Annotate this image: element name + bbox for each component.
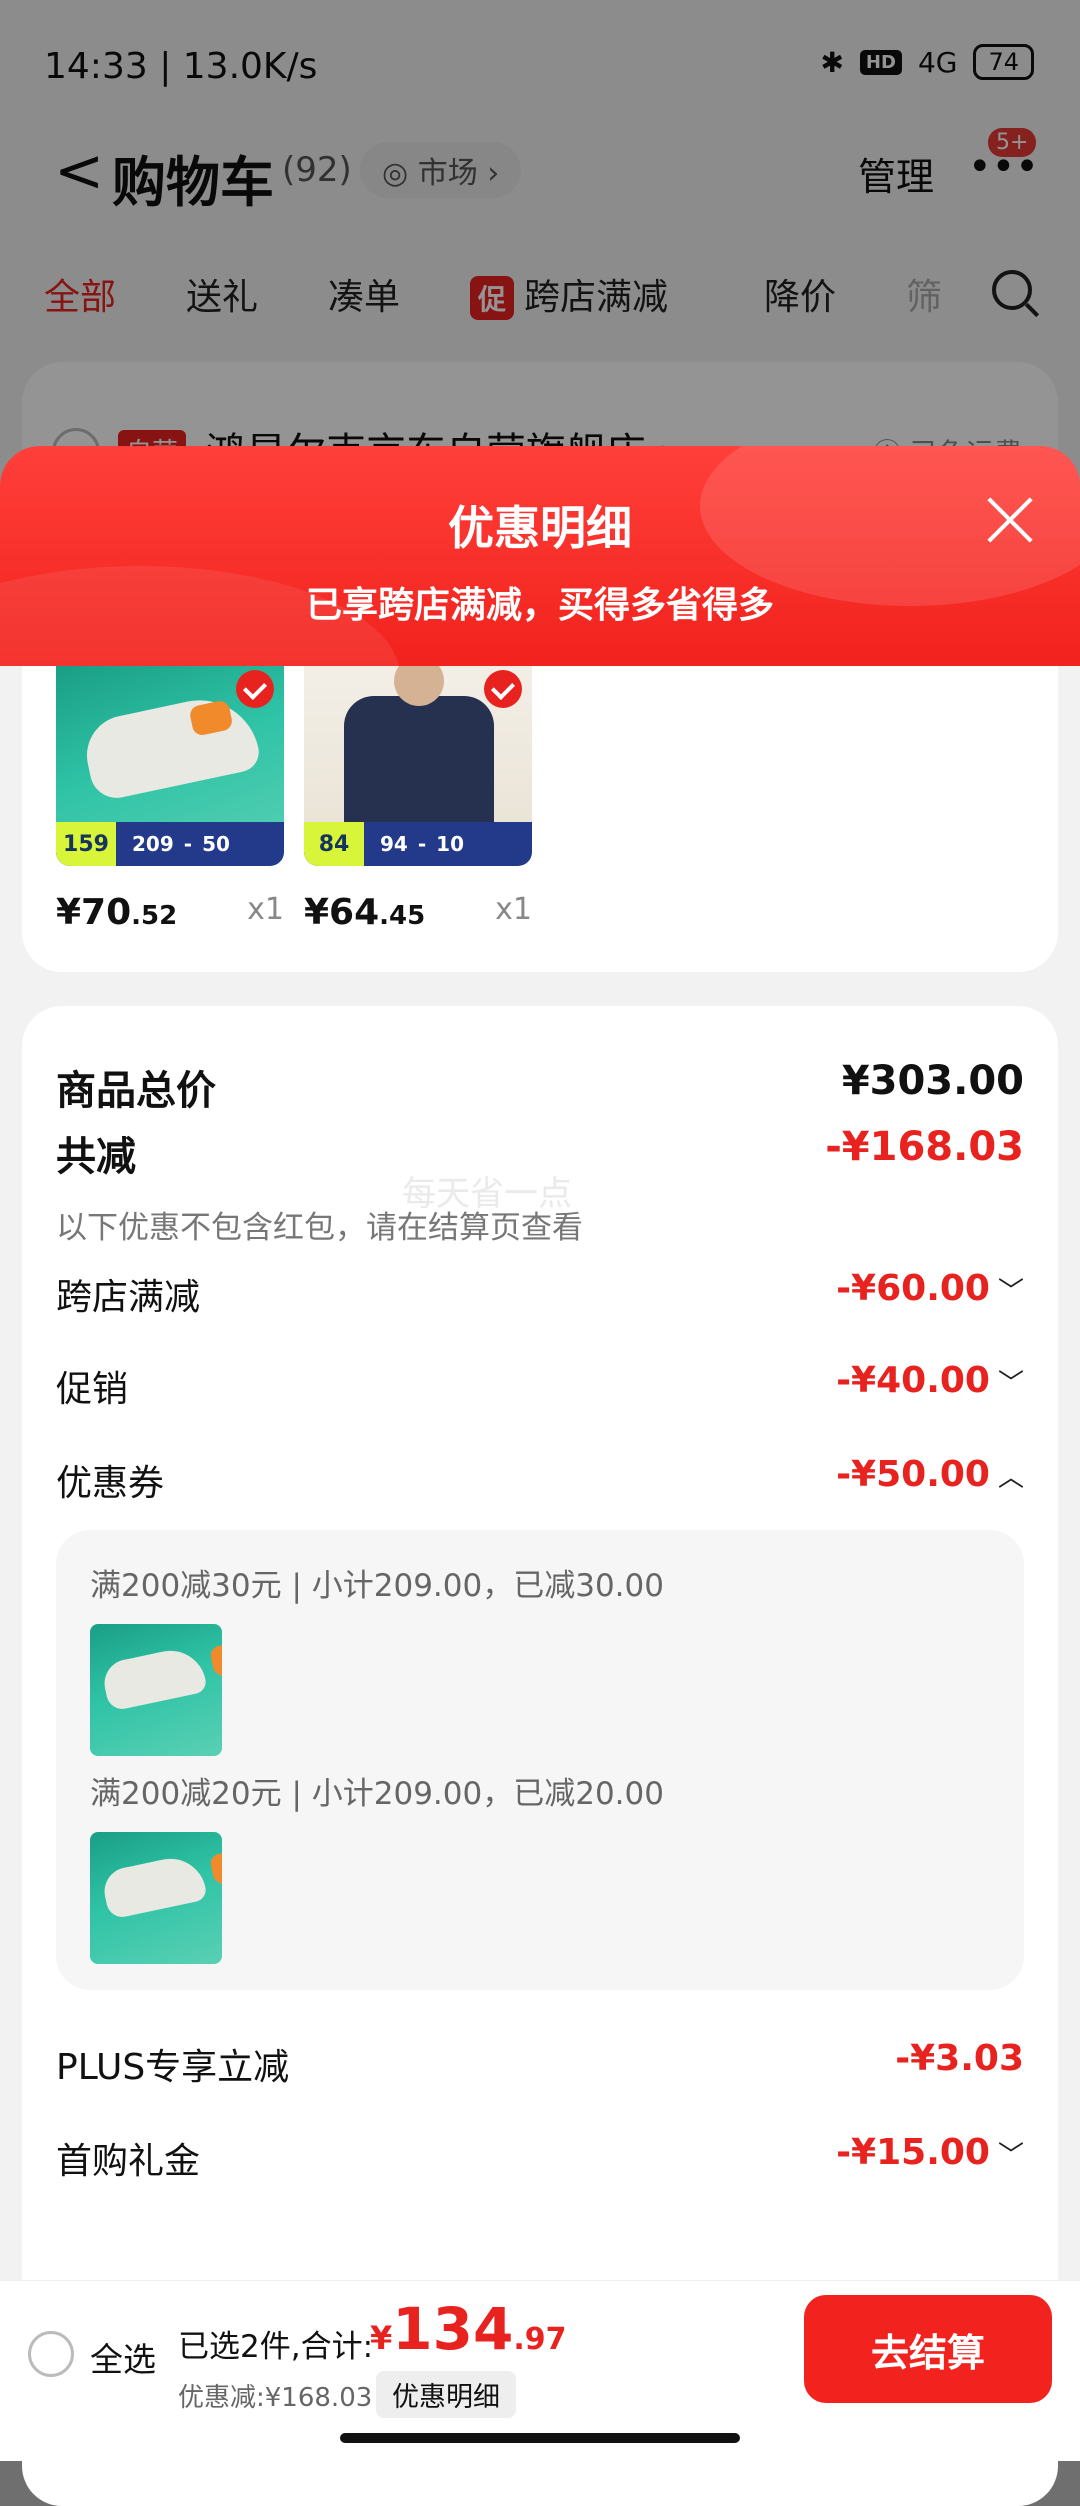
shoe-shape [100,1644,208,1712]
select-all-checkbox[interactable] [28,2331,74,2377]
coupon-product-image [90,1832,222,1964]
promo-price-b: 50 [202,832,230,856]
total-amount: ¥134.97 [370,2295,567,2363]
total-reduce-label: 共减 [56,1134,136,1180]
discount-sheet-header: 优惠明细 已享跨店满减，买得多省得多 [0,446,1080,666]
promo-low-price: 159 [56,822,116,866]
total-price-value: ¥303.00 [841,1058,1024,1104]
close-icon[interactable] [984,494,1036,546]
select-all-label[interactable]: 全选 [90,2333,156,2381]
promo-price-a: 94 [380,832,408,856]
promotion-value: -¥40.00 ﹀ [836,1360,1024,1401]
cross-store-value: -¥60.00 ﹀ [836,1268,1024,1309]
discount-detail-button[interactable]: 优惠明细 [376,2371,516,2418]
discount-amount: 优惠减:¥168.03 [178,2383,373,2413]
total-reduce-value: -¥168.03 [825,1124,1024,1170]
promotion-label: 促销 [56,1369,129,1410]
selected-products-card: 159 209 - 50 ¥70.52 x1 84 94 - 10 ¥64.45… [22,666,1058,972]
shoe-shape [79,689,263,803]
chevron-down-icon: ﹀ [997,1369,1024,1399]
promo-price-bar: 159 209 - 50 [56,822,284,866]
promo-price-bar: 84 94 - 10 [304,822,532,866]
shoe-image: 159 209 - 50 [56,666,284,866]
plus-discount-value: -¥3.03 [895,2038,1024,2079]
promo-price-a: 209 [132,832,174,856]
coupon-line-1: 满200减30元 | 小计209.00，已减30.00 [90,1568,664,1604]
chevron-down-icon: ﹀ [997,1277,1024,1307]
first-purchase-value: -¥15.00 ﹀ [836,2132,1024,2173]
plus-discount-label: PLUS专享立减 [56,2047,290,2088]
chevron-down-icon: ﹀ [997,2141,1024,2171]
promo-price-b: 10 [436,832,464,856]
discount-note: 以下优惠不包含红包，请在结算页查看 [56,1210,583,1246]
checkout-button[interactable]: 去结算 [804,2295,1052,2403]
chevron-up-icon: ︿ [997,1463,1024,1493]
coupon-value: -¥50.00 ︿ [836,1454,1024,1495]
sheet-title: 优惠明细 [448,501,632,555]
product-quantity: x1 [247,892,284,927]
product-item[interactable]: 159 209 - 50 ¥70.52 x1 [56,666,284,933]
discount-sheet-body: 159 209 - 50 ¥70.52 x1 84 94 - 10 ¥64.45… [0,666,1080,2506]
first-purchase-label: 首购礼金 [56,2141,201,2182]
product-quantity: x1 [495,892,532,927]
product-item[interactable]: 84 94 - 10 ¥64.45 x1 [304,666,532,933]
checkout-bar: 全选 已选2件,合计: ¥134.97 优惠减:¥168.03 优惠明细 去结算 [0,2280,1080,2461]
checked-icon[interactable] [484,670,522,708]
coupon-product-image [90,1624,222,1756]
promo-low-price: 84 [304,822,364,866]
coupon-detail-box: 满200减30元 | 小计209.00，已减30.00 满200减20元 | 小… [56,1530,1024,1990]
coupon-line-2: 满200减20元 | 小计209.00，已减20.00 [90,1776,664,1812]
selected-summary: 已选2件,合计: [178,2329,374,2365]
home-indicator[interactable] [340,2433,740,2443]
coupon-label: 优惠券 [56,1463,165,1504]
total-price-label: 商品总价 [56,1068,216,1114]
sweatshirt-image: 84 94 - 10 [304,666,532,866]
product-price: ¥64.45 [304,892,426,933]
shoe-shape [100,1852,208,1920]
product-price: ¥70.52 [56,892,178,933]
sheet-subtitle: 已享跨店满减，买得多省得多 [305,585,774,626]
checked-icon[interactable] [236,670,274,708]
cross-store-label: 跨店满减 [56,1277,201,1318]
